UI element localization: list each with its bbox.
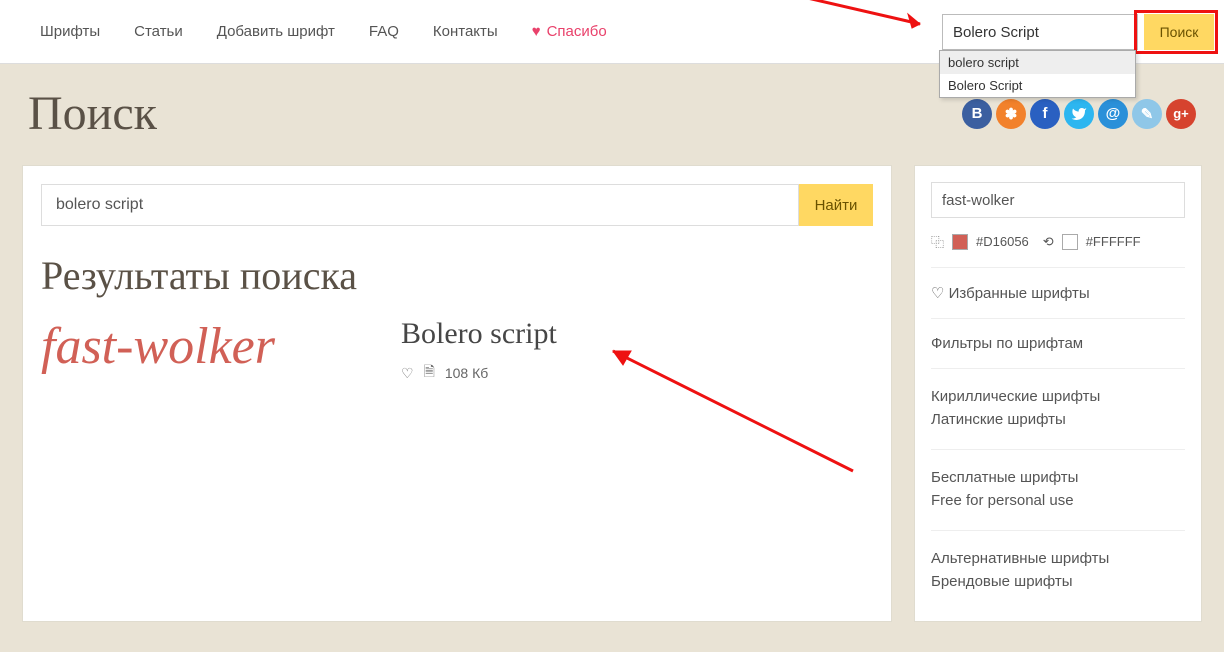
autocomplete-item[interactable]: bolero script bbox=[940, 51, 1135, 74]
sidebar-item[interactable]: Брендовые шрифты bbox=[931, 570, 1185, 593]
fg-color-swatch[interactable] bbox=[952, 234, 968, 250]
nav-contacts[interactable]: Контакты bbox=[433, 23, 498, 40]
nav-add-font[interactable]: Добавить шрифт bbox=[217, 23, 335, 40]
bg-color-value: #FFFFFF bbox=[1086, 234, 1141, 249]
result-font-name[interactable]: Bolero script bbox=[401, 317, 557, 351]
social-share: B ✽ f @ ✎ g+ bbox=[962, 99, 1196, 129]
sidebar-item[interactable]: Альтернативные шрифты bbox=[931, 547, 1185, 570]
header-search: Поиск bbox=[942, 14, 1214, 50]
copy-icon[interactable]: ⿻ bbox=[931, 232, 944, 251]
fg-color-value: #D16056 bbox=[976, 234, 1029, 249]
main-search-input[interactable] bbox=[41, 184, 799, 226]
header-search-button[interactable]: Поиск bbox=[1144, 14, 1214, 50]
font-preview: fast-wolker bbox=[41, 317, 371, 373]
results-heading: Результаты поиска bbox=[41, 252, 873, 299]
main-search-button[interactable]: Найти bbox=[799, 184, 873, 226]
nav-articles[interactable]: Статьи bbox=[134, 23, 183, 40]
sidebar-filters[interactable]: Фильтры по шрифтам bbox=[931, 329, 1185, 358]
sidebar-item[interactable]: Бесплатные шрифты bbox=[931, 466, 1185, 489]
page-title: Поиск bbox=[28, 86, 157, 141]
top-navigation: Шрифты Статьи Добавить шрифт FAQ Контакт… bbox=[0, 0, 1224, 64]
main-panel: Найти Результаты поиска fast-wolker Bole… bbox=[22, 165, 892, 622]
nav-thanks[interactable]: ♥ Спасибо bbox=[532, 23, 607, 40]
sidebar-favorites[interactable]: ♡ Избранные шрифты bbox=[931, 278, 1185, 308]
sidebar-item[interactable]: Кириллические шрифты bbox=[931, 385, 1185, 408]
vk-icon[interactable]: B bbox=[962, 99, 992, 129]
file-icon: 🗎 bbox=[424, 361, 435, 385]
nav-links: Шрифты Статьи Добавить шрифт FAQ Контакт… bbox=[40, 23, 607, 40]
nav-fonts[interactable]: Шрифты bbox=[40, 23, 100, 40]
favorite-icon[interactable]: ♡ bbox=[401, 365, 414, 382]
content: Найти Результаты поиска fast-wolker Bole… bbox=[0, 165, 1224, 652]
heart-icon: ♥ bbox=[532, 23, 541, 40]
mail-icon[interactable]: @ bbox=[1098, 99, 1128, 129]
nav-thanks-label: Спасибо bbox=[547, 23, 607, 40]
header-search-autocomplete: bolero script Bolero Script bbox=[939, 50, 1136, 98]
facebook-icon[interactable]: f bbox=[1030, 99, 1060, 129]
result-size: 108 Кб bbox=[445, 365, 488, 381]
sidebar: ⿻ #D16056 ⟲ #FFFFFF ♡ Избранные шрифты Ф… bbox=[914, 165, 1202, 622]
result-row: fast-wolker Bolero script ♡ 🗎 108 Кб bbox=[41, 317, 873, 385]
color-picker-row: ⿻ #D16056 ⟲ #FFFFFF bbox=[931, 232, 1185, 251]
bg-color-swatch[interactable] bbox=[1062, 234, 1078, 250]
sidebar-item[interactable]: Free for personal use bbox=[931, 489, 1185, 512]
result-info: Bolero script ♡ 🗎 108 Кб bbox=[401, 317, 557, 385]
heart-outline-icon: ♡ bbox=[931, 285, 949, 302]
ok-icon[interactable]: ✽ bbox=[996, 99, 1026, 129]
sidebar-group-license: Бесплатные шрифты Free for personal use bbox=[931, 460, 1185, 520]
main-search: Найти bbox=[41, 184, 873, 226]
googleplus-icon[interactable]: g+ bbox=[1166, 99, 1196, 129]
nav-faq[interactable]: FAQ bbox=[369, 23, 399, 40]
autocomplete-item[interactable]: Bolero Script bbox=[940, 74, 1135, 97]
sidebar-favorites-label: Избранные шрифты bbox=[949, 285, 1090, 302]
sidebar-preview-input[interactable] bbox=[931, 182, 1185, 218]
sidebar-group-category: Альтернативные шрифты Брендовые шрифты bbox=[931, 541, 1185, 601]
twitter-icon[interactable] bbox=[1064, 99, 1094, 129]
sidebar-group-encoding: Кириллические шрифты Латинские шрифты bbox=[931, 379, 1185, 439]
result-meta: ♡ 🗎 108 Кб bbox=[401, 361, 557, 385]
livejournal-icon[interactable]: ✎ bbox=[1132, 99, 1162, 129]
header-search-input[interactable] bbox=[942, 14, 1138, 50]
sidebar-item[interactable]: Латинские шрифты bbox=[931, 408, 1185, 431]
swap-icon[interactable]: ⟲ bbox=[1043, 234, 1054, 250]
